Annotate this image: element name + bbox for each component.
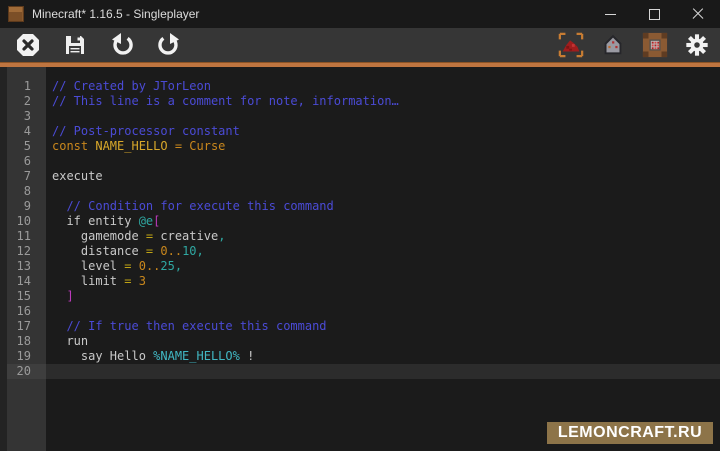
editor-line[interactable]: 12 distance = 0..10, (0, 244, 720, 259)
line-content: // This line is a comment for note, info… (46, 94, 720, 109)
editor-line[interactable]: 7execute (0, 169, 720, 184)
editor-line[interactable]: 19 say Hello %NAME_HELLO% ! (0, 349, 720, 364)
title-bar[interactable]: Minecraft* 1.16.5 - Singleplayer (0, 0, 720, 28)
line-number: 11 (0, 229, 46, 244)
redstone-tool-button[interactable] (558, 32, 584, 58)
toolbar-right (558, 32, 720, 58)
app-window: Minecraft* 1.16.5 - Singleplayer (0, 0, 720, 451)
window-title: Minecraft* 1.16.5 - Singleplayer (32, 7, 588, 21)
editor-line[interactable]: 20 (0, 364, 720, 379)
line-number: 14 (0, 274, 46, 289)
editor-line[interactable]: 6 (0, 154, 720, 169)
home-icon (600, 31, 626, 59)
octagon-x-icon (16, 33, 40, 57)
editor-line[interactable]: 8 (0, 184, 720, 199)
code-editor[interactable]: 1// Created by JTorLeon2// This line is … (0, 67, 720, 451)
line-content: run (46, 334, 720, 349)
line-content (46, 184, 720, 199)
line-number: 15 (0, 289, 46, 304)
line-number: 17 (0, 319, 46, 334)
editor-line[interactable]: 5const NAME_HELLO = Curse (0, 139, 720, 154)
editor-line[interactable]: 10 if entity @e[ (0, 214, 720, 229)
minecraft-block-icon (8, 6, 24, 22)
line-content (46, 154, 720, 169)
line-content: // Condition for execute this command (46, 199, 720, 214)
line-number: 10 (0, 214, 46, 229)
editor-line[interactable]: 13 level = 0..25, (0, 259, 720, 274)
editor-line[interactable]: 14 limit = 3 (0, 274, 720, 289)
line-number: 6 (0, 154, 46, 169)
lemoncraft-watermark: LEMONCRAFT.RU (547, 422, 713, 444)
close-button[interactable] (676, 0, 720, 28)
window-controls (588, 0, 720, 28)
maximize-button[interactable] (632, 0, 676, 28)
editor-line[interactable]: 15 ] (0, 289, 720, 304)
line-number: 16 (0, 304, 46, 319)
line-number: 12 (0, 244, 46, 259)
line-number: 7 (0, 169, 46, 184)
line-content: ] (46, 289, 720, 304)
line-number: 5 (0, 139, 46, 154)
module-frame-icon (642, 31, 668, 59)
redo-arrow-icon (156, 32, 182, 58)
gear-icon (684, 31, 710, 59)
redo-button[interactable] (156, 32, 182, 58)
line-content: if entity @e[ (46, 214, 720, 229)
save-button[interactable] (62, 32, 88, 58)
minimize-button[interactable] (588, 0, 632, 28)
maximize-icon (649, 9, 660, 20)
close-file-button[interactable] (15, 32, 41, 58)
minimize-icon (605, 14, 616, 15)
editor-line[interactable]: 16 (0, 304, 720, 319)
line-number: 20 (0, 364, 46, 379)
line-content: say Hello %NAME_HELLO% ! (46, 349, 720, 364)
line-content: level = 0..25, (46, 259, 720, 274)
floppy-disk-icon (63, 33, 87, 57)
line-number: 13 (0, 259, 46, 274)
line-number: 19 (0, 349, 46, 364)
line-content: // Created by JTorLeon (46, 79, 720, 94)
line-content: const NAME_HELLO = Curse (46, 139, 720, 154)
line-content: gamemode = creative, (46, 229, 720, 244)
redstone-dust-icon (558, 31, 584, 59)
line-content (46, 304, 720, 319)
editor-line[interactable]: 17 // If true then execute this command (0, 319, 720, 334)
editor-line[interactable]: 9 // Condition for execute this command (0, 199, 720, 214)
line-number: 2 (0, 94, 46, 109)
line-number: 9 (0, 199, 46, 214)
home-tool-button[interactable] (600, 32, 626, 58)
editor-line[interactable]: 2// This line is a comment for note, inf… (0, 94, 720, 109)
line-content: execute (46, 169, 720, 184)
toolbar (0, 28, 720, 62)
line-number: 18 (0, 334, 46, 349)
editor-line[interactable]: 3 (0, 109, 720, 124)
line-number: 3 (0, 109, 46, 124)
editor-line[interactable]: 18 run (0, 334, 720, 349)
line-content (46, 364, 720, 379)
toolbar-left (0, 32, 182, 58)
editor-rows: 1// Created by JTorLeon2// This line is … (0, 67, 720, 379)
settings-button[interactable] (684, 32, 710, 58)
line-number: 4 (0, 124, 46, 139)
module-tool-button[interactable] (642, 32, 668, 58)
editor-line[interactable]: 11 gamemode = creative, (0, 229, 720, 244)
editor-line[interactable]: 4// Post-processor constant (0, 124, 720, 139)
editor-line[interactable]: 1// Created by JTorLeon (0, 79, 720, 94)
undo-arrow-icon (109, 32, 135, 58)
line-content (46, 109, 720, 124)
close-icon (692, 8, 704, 20)
line-content: // Post-processor constant (46, 124, 720, 139)
undo-button[interactable] (109, 32, 135, 58)
line-content: // If true then execute this command (46, 319, 720, 334)
line-number: 8 (0, 184, 46, 199)
line-content: distance = 0..10, (46, 244, 720, 259)
line-content: limit = 3 (46, 274, 720, 289)
line-number: 1 (0, 79, 46, 94)
